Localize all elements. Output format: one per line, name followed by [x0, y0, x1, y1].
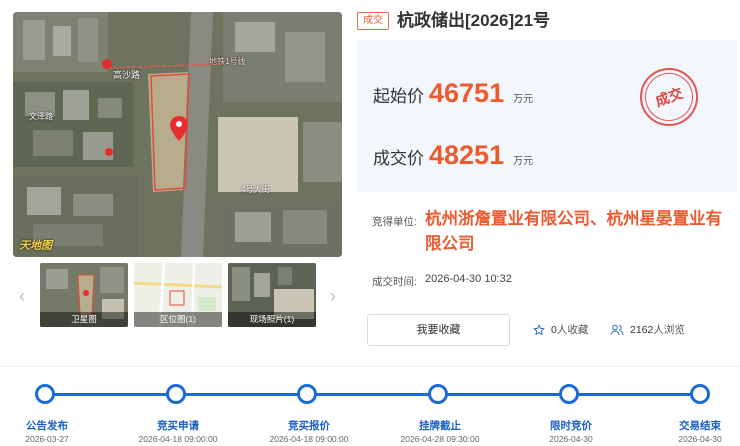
thumbnail-satellite[interactable]: 卫星图	[40, 263, 128, 327]
timeline-step-label: 挂牌截止	[419, 420, 461, 432]
winner-name: 杭州浙詹置业有限公司、杭州星晏置业有限公司	[425, 210, 722, 253]
prev-thumbnail-button[interactable]: ‹	[13, 263, 31, 329]
thumbnail-site-photo[interactable]: 现场照片(1)	[228, 263, 316, 327]
timeline-step-date: 2026-04-30	[549, 434, 593, 444]
views-count: 2162	[630, 323, 654, 336]
timeline-step-date: 2026-04-28 09:30:00	[400, 434, 480, 444]
thumbnail-location[interactable]: 区位图(1)	[134, 263, 222, 327]
chevron-right-icon: ›	[330, 285, 336, 306]
start-price-value: 46751	[429, 78, 505, 108]
chevron-left-icon: ‹	[19, 285, 25, 306]
timeline-node-4	[428, 384, 448, 404]
add-favorite-button[interactable]: 我要收藏	[367, 314, 510, 346]
timeline-node-3	[297, 384, 317, 404]
status-badge: 成交	[357, 12, 389, 30]
timeline-node-5	[559, 384, 579, 404]
map-label-road: 文泽路	[29, 112, 53, 121]
timeline-step-label: 竞买申请	[157, 420, 199, 432]
deal-stamp-text: 成交	[638, 66, 700, 128]
thumbnail-caption: 区位图(1)	[134, 312, 222, 327]
timeline-step-label: 限时竞价	[550, 420, 592, 432]
timeline-node-1	[35, 384, 55, 404]
views-suffix: 人浏览	[653, 324, 685, 336]
deal-price-row: 成交价 48251 万元	[373, 140, 533, 171]
timeline-step-date: 2026-04-30	[678, 434, 722, 444]
price-panel: 起始价 46751 万元 成交价 48251 万元 成交	[357, 40, 737, 192]
start-price-unit: 万元	[513, 94, 534, 105]
deal-price-unit: 万元	[513, 156, 534, 167]
thumbnail-caption: 卫星图	[40, 312, 128, 327]
map-label-street: 4号大街	[241, 185, 270, 194]
satellite-image	[13, 12, 342, 257]
timeline-step-date: 2026-04-18 09:00:00	[269, 434, 349, 444]
next-thumbnail-button[interactable]: ›	[324, 263, 342, 329]
thumbnail-caption: 现场照片(1)	[228, 312, 316, 327]
timeline-step-label: 交易结束	[679, 420, 721, 432]
users-icon	[610, 324, 624, 335]
deal-stamp-icon: 成交	[638, 66, 700, 128]
timeline-node-2	[166, 384, 186, 404]
map-label-metro: 地铁1号线	[209, 57, 246, 66]
deal-price-label: 成交价	[373, 149, 424, 168]
deal-time-value: 2026-04-30 10:32	[425, 273, 512, 285]
timeline-node-6	[690, 384, 710, 404]
deal-time-label: 成交时间:	[372, 276, 417, 288]
timeline-step-label: 公告发布	[26, 420, 68, 432]
favorites-stat[interactable]: 0 人收藏	[533, 322, 588, 337]
thumbnail-strip: ‹ 卫星图 区位图(1) 现场照片(1) ›	[13, 263, 342, 329]
deal-price-value: 48251	[429, 140, 505, 170]
timeline-track	[45, 393, 700, 396]
satellite-map[interactable]: 高沙路 地铁1号线 文泽路 4号大街 天地图	[13, 12, 342, 257]
favorites-suffix: 人收藏	[556, 324, 589, 336]
star-icon	[533, 323, 545, 335]
section-divider	[0, 366, 740, 367]
map-label-station: 高沙路	[113, 70, 141, 80]
timeline-step-date: 2026-03-27	[25, 434, 69, 444]
timeline-step-date: 2026-04-18 09:00:00	[138, 434, 218, 444]
page-title: 杭政储出[2026]21号	[397, 11, 551, 30]
timeline-step-label: 竞买报价	[288, 420, 330, 432]
winner-label: 竞得单位:	[372, 216, 417, 228]
start-price-label: 起始价	[373, 87, 424, 106]
map-watermark: 天地图	[19, 240, 52, 252]
views-stat: 2162 人浏览	[610, 322, 685, 337]
start-price-row: 起始价 46751 万元	[373, 78, 533, 109]
